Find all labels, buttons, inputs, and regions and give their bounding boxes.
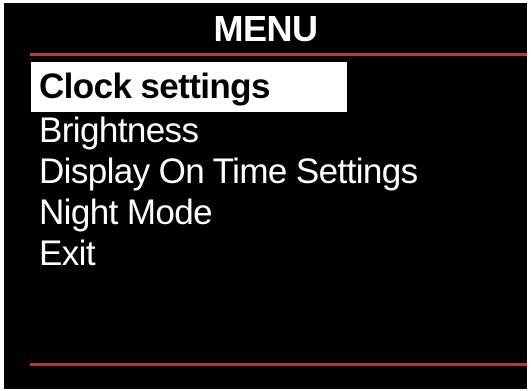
menu-item-clock-settings[interactable]: Clock settings — [31, 62, 347, 112]
menu-list: Clock settings Brightness Display On Tim… — [31, 62, 418, 274]
menu-item-brightness[interactable]: Brightness — [31, 110, 418, 151]
menu-item-display-on-time-settings[interactable]: Display On Time Settings — [31, 151, 418, 192]
menu-item-exit[interactable]: Exit — [31, 233, 418, 274]
menu-title: MENU — [213, 8, 319, 49]
top-divider — [30, 53, 527, 56]
bottom-divider — [30, 363, 527, 366]
device-screen: MENU Clock settings Brightness Display O… — [4, 3, 527, 389]
menu-item-night-mode[interactable]: Night Mode — [31, 192, 418, 233]
